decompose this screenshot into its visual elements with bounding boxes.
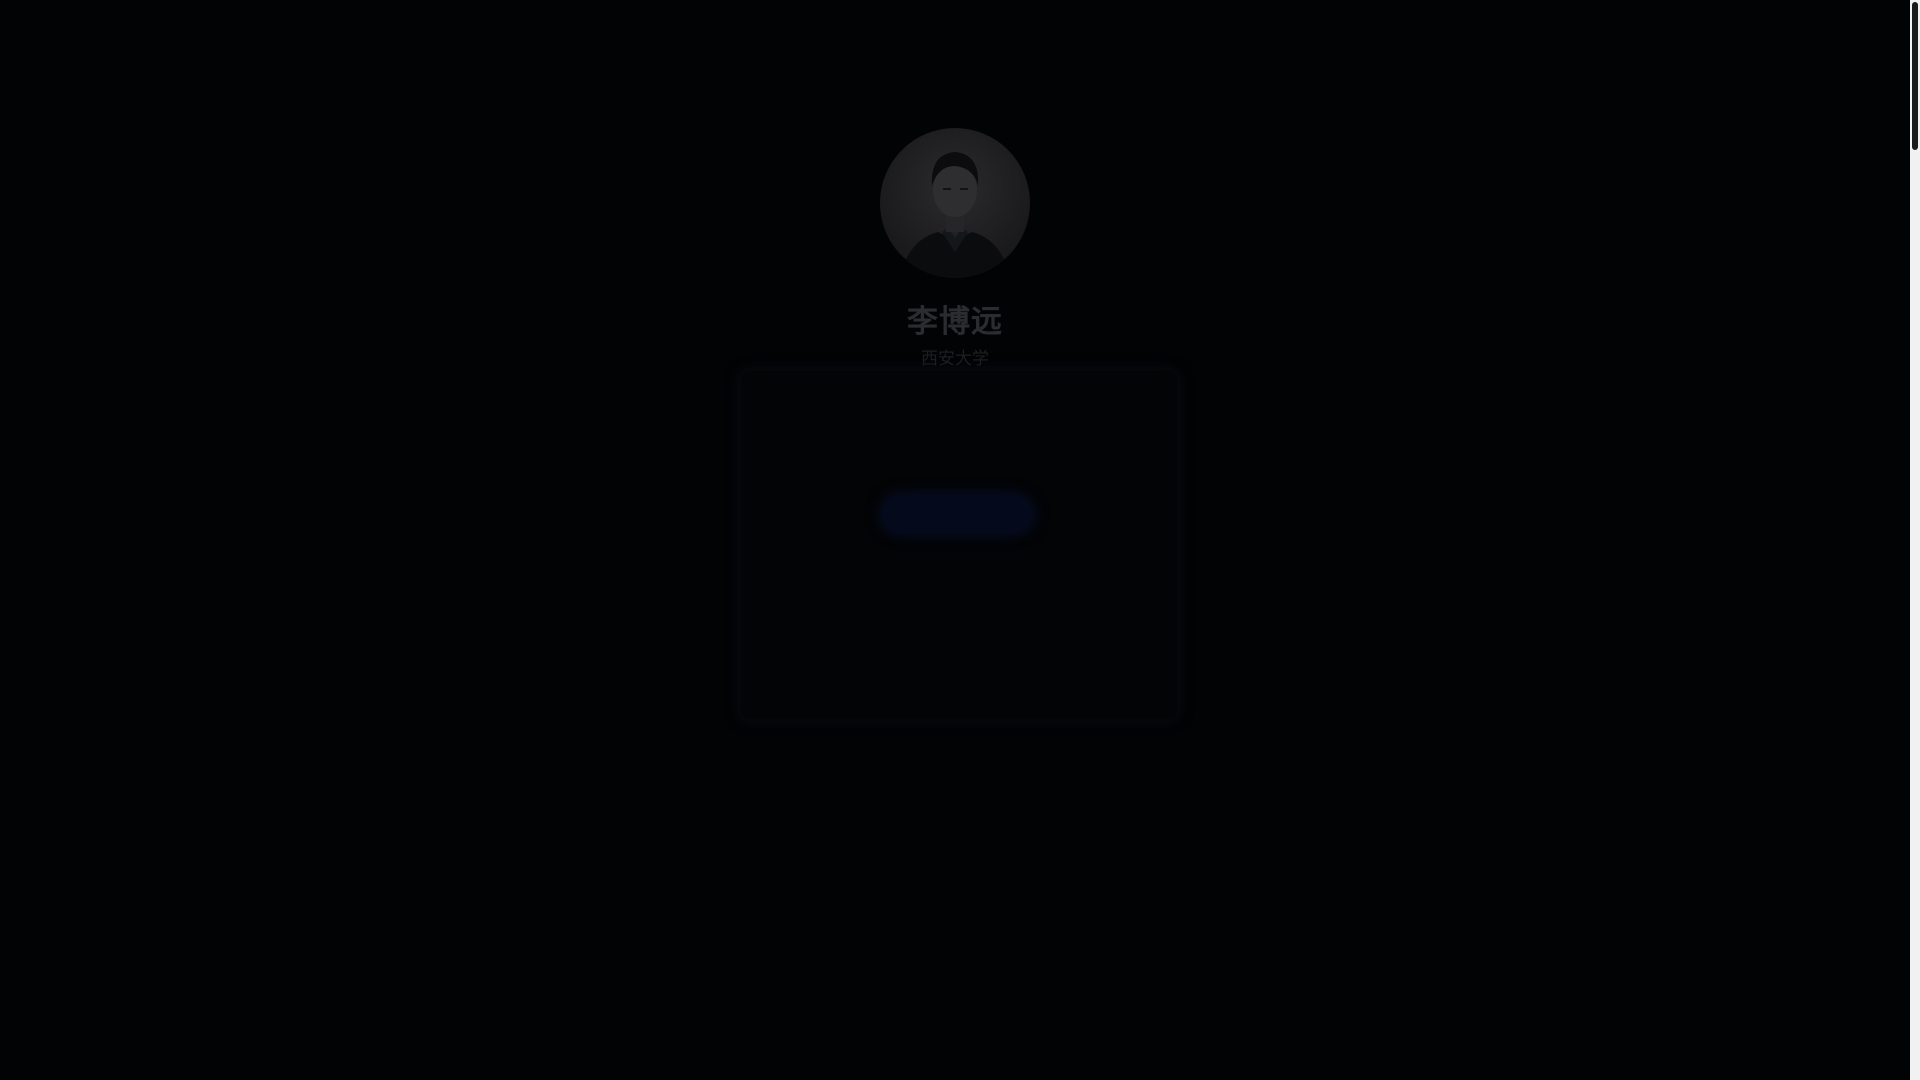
profile-name: 李博远	[907, 304, 1003, 340]
scrollbar[interactable]	[1910, 0, 1920, 1080]
page: 李博远 西安大学	[0, 0, 1910, 1080]
profile-card	[740, 370, 1178, 720]
avatar	[880, 128, 1030, 278]
card-action-button[interactable]	[882, 496, 1032, 532]
scrollbar-thumb[interactable]	[1912, 2, 1918, 150]
profile-subtitle: 西安大学	[921, 349, 989, 369]
person-photo-icon	[900, 152, 1010, 278]
